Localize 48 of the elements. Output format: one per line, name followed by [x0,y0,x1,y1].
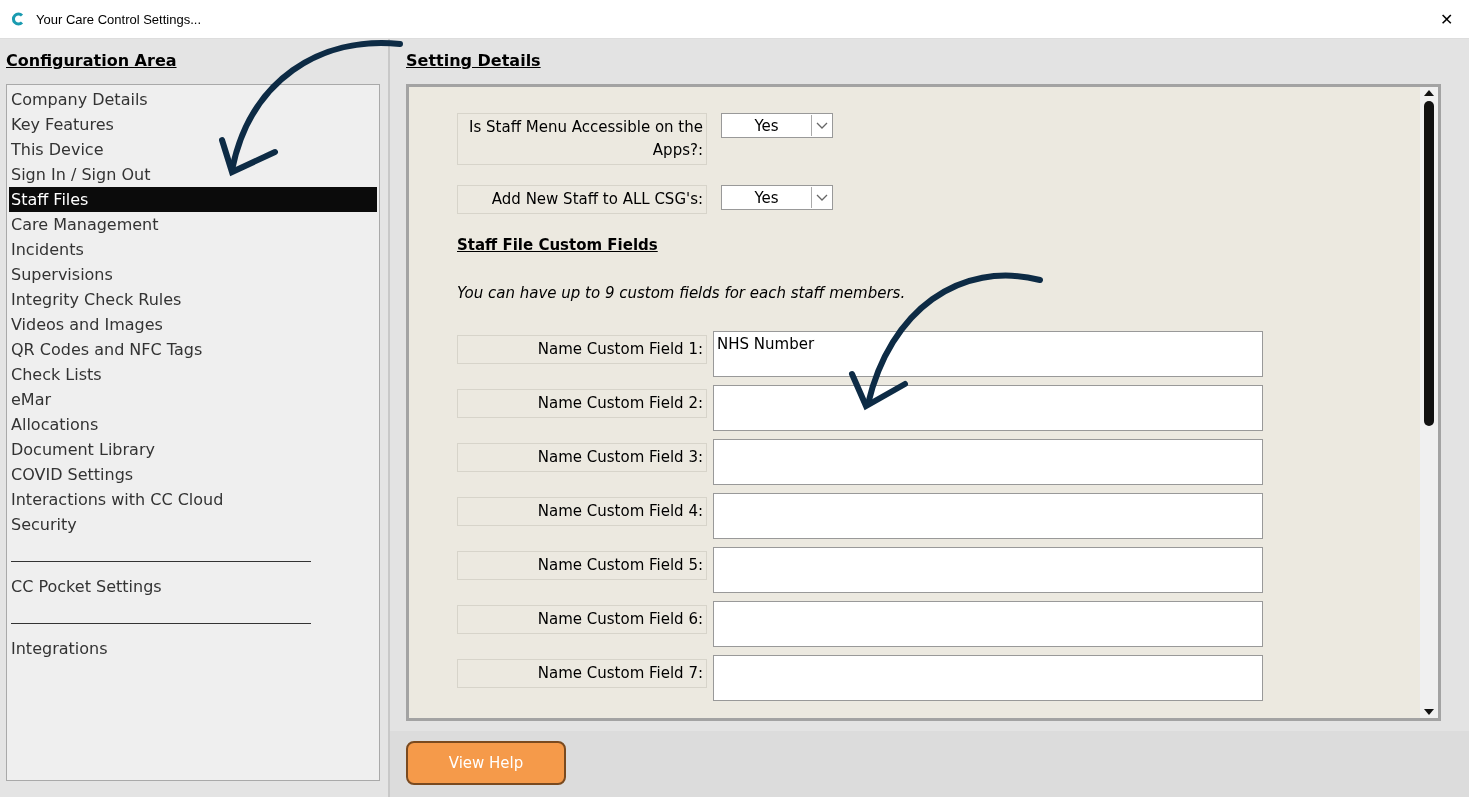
list-item[interactable]: Interactions with CC Cloud [9,487,377,512]
input-field[interactable] [713,439,1263,485]
list-item[interactable]: Allocations [9,412,377,437]
close-button[interactable]: ✕ [1434,7,1459,31]
app-logo-icon [10,11,26,27]
list-item[interactable]: QR Codes and NFC Tags [9,337,377,362]
list-item[interactable]: CC Pocket Settings [9,574,377,599]
input-field[interactable] [713,493,1263,539]
input-field[interactable] [713,385,1263,431]
field-label: Name Custom Field 5: [457,551,707,580]
list-item[interactable]: Sign In / Sign Out [9,162,377,187]
list-item[interactable]: Document Library [9,437,377,462]
list-item[interactable]: Videos and Images [9,312,377,337]
input-field[interactable]: NHS Number [713,331,1263,377]
section-heading: Setting Details [406,51,541,70]
field-label: Name Custom Field 7: [457,659,707,688]
field-label: Name Custom Field 3: [457,443,707,472]
list-item[interactable]: Staff Files [9,187,377,212]
list-item[interactable]: eMar [9,387,377,412]
list-item[interactable]: Key Features [9,112,377,137]
list-item[interactable]: COVID Settings [9,462,377,487]
note-text: You can have up to 9 custom fields for each staff members. [457,284,907,302]
list-item[interactable]: Check Lists [9,362,377,387]
dropdown[interactable]: Yes [721,185,833,210]
list-item[interactable]: Security [9,512,377,537]
list-item[interactable]: This Device [9,137,377,162]
input-field[interactable] [713,601,1263,647]
input-field[interactable] [713,655,1263,701]
list-item[interactable]: Supervisions [9,262,377,287]
field-label: Name Custom Field 4: [457,497,707,526]
section-heading: Configuration Area [6,51,177,70]
list-item[interactable]: Integrity Check Rules [9,287,377,312]
scrollbar[interactable] [1420,87,1438,718]
list-item[interactable]: Company Details [9,87,377,112]
scroll-down-icon[interactable] [1423,708,1435,716]
field-label: Add New Staff to ALL CSG's: [457,185,707,214]
list-item[interactable]: Care Management [9,212,377,237]
list-item[interactable]: Incidents [9,237,377,262]
window-title: Your Care Control Settings... [36,11,202,27]
field-label: Name Custom Field 2: [457,389,707,418]
scroll-up-icon[interactable] [1423,89,1435,97]
list-item[interactable]: Integrations [9,636,377,661]
input-field[interactable] [713,547,1263,593]
section-title: Staff File Custom Fields [457,236,658,254]
field-label: Name Custom Field 6: [457,605,707,634]
field-label: Name Custom Field 1: [457,335,707,364]
field-label: Is Staff Menu Accessible on the Apps?: [457,113,707,165]
dropdown[interactable]: Yes [721,113,833,138]
